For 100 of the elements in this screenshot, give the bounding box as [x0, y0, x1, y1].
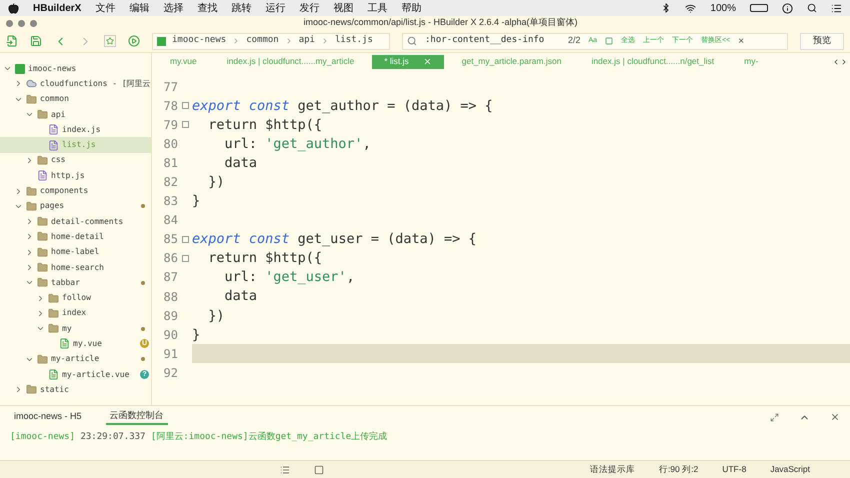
breadcrumb-item[interactable]: list.js: [334, 34, 373, 48]
breadcrumb-item[interactable]: api: [298, 34, 315, 48]
tree-label: css: [51, 154, 66, 166]
tree-item[interactable]: index.js: [0, 122, 151, 138]
scroll-tabs-left-icon[interactable]: [832, 58, 840, 66]
menu-item[interactable]: 运行: [265, 0, 286, 16]
menu-item[interactable]: 文件: [95, 0, 116, 16]
tree-label: imooc-news: [28, 62, 76, 75]
line-number: 81: [162, 154, 178, 172]
close-panel-icon[interactable]: [830, 412, 840, 422]
line-number: 92: [162, 364, 178, 382]
apple-icon[interactable]: [8, 2, 19, 14]
menu-item[interactable]: 选择: [163, 0, 184, 16]
menu-item[interactable]: 视图: [333, 0, 354, 16]
line-number: 88: [162, 288, 178, 306]
console-tab[interactable]: imooc-news - H5: [10, 409, 86, 425]
tree-label: home-search: [51, 262, 104, 274]
wifi-icon[interactable]: [685, 2, 696, 14]
tree-item[interactable]: http.js: [0, 168, 151, 184]
run-icon[interactable]: [128, 35, 140, 47]
tree-item[interactable]: common: [0, 92, 151, 107]
line-number: 82: [162, 174, 178, 192]
battery-percent: 100%: [710, 2, 736, 16]
info-icon[interactable]: [782, 2, 793, 14]
tree-item[interactable]: home-label: [0, 244, 151, 260]
encoding[interactable]: UTF-8: [722, 463, 746, 476]
bluetooth-icon[interactable]: [661, 3, 672, 13]
file-icon: [48, 124, 59, 136]
tree-item[interactable]: css: [0, 152, 151, 168]
project-icon: [15, 64, 25, 74]
maximize-icon[interactable]: [770, 412, 779, 422]
line-number: 86: [162, 250, 178, 268]
folder-icon: [37, 216, 48, 228]
tree-item[interactable]: home-detail: [0, 229, 151, 245]
battery-icon[interactable]: [750, 4, 768, 12]
folder-icon: [37, 231, 48, 242]
tree-item[interactable]: tabbar: [0, 275, 151, 290]
close-window-icon[interactable]: [6, 20, 13, 26]
menu-item[interactable]: 查找: [197, 0, 218, 16]
save-icon[interactable]: [30, 35, 42, 47]
breadcrumb-item[interactable]: imooc-news: [172, 34, 226, 48]
star-icon[interactable]: [104, 35, 116, 47]
fold-icon[interactable]: [182, 254, 188, 262]
code-line: return $http({: [207, 249, 324, 268]
tree-item[interactable]: follow: [0, 290, 151, 306]
code-line: url: 'get_author',: [224, 134, 372, 154]
tree-item[interactable]: pages: [0, 198, 151, 214]
line-number: 89: [162, 308, 178, 325]
scroll-tabs-right-icon[interactable]: [840, 58, 848, 66]
tree-item[interactable]: static: [0, 382, 151, 398]
list-icon[interactable]: [280, 464, 290, 474]
tree-label: components: [40, 185, 88, 198]
close-tab-icon[interactable]: [422, 57, 432, 66]
file-icon: [48, 140, 59, 151]
tree-label: follow: [62, 292, 91, 304]
fold-icon[interactable]: [182, 121, 188, 128]
preview-button[interactable]: 预览: [800, 32, 844, 50]
menu-item[interactable]: 编辑: [129, 0, 150, 16]
tree-item[interactable]: home-search: [0, 260, 151, 276]
minimize-window-icon[interactable]: [18, 20, 25, 26]
code-line: data: [224, 287, 258, 306]
menu-item[interactable]: 帮助: [401, 0, 422, 16]
line-number: 83: [162, 193, 178, 210]
menu-item[interactable]: 发行: [299, 0, 320, 16]
window-title: imooc-news/common/api/list.js - HBuilder X 2.6.4 -alpha(单项目窗体): [302, 16, 579, 30]
line-number: 90: [162, 326, 178, 344]
menu-icon[interactable]: [831, 2, 842, 14]
fold-icon[interactable]: [182, 102, 188, 110]
tree-label: static: [40, 384, 69, 396]
search-icon[interactable]: [807, 3, 817, 13]
code-line: }: [192, 326, 202, 344]
menu-item[interactable]: 跳转: [231, 0, 252, 16]
close-find-button[interactable]: ×: [738, 34, 744, 48]
tree-item[interactable]: api: [0, 106, 151, 122]
breadcrumb-item[interactable]: common: [246, 34, 279, 48]
syntax-hint[interactable]: 语法提示库: [590, 463, 635, 476]
language-mode[interactable]: JavaScript: [770, 463, 810, 476]
tree-item[interactable]: imooc-news: [0, 61, 151, 76]
console-tab[interactable]: 云函数控制台: [106, 409, 168, 425]
tree-item[interactable]: index: [0, 306, 151, 322]
zoom-window-icon[interactable]: [30, 20, 37, 26]
tree-item[interactable]: detail-comments: [0, 214, 151, 230]
tree-item[interactable]: components: [0, 183, 151, 199]
code-line: export const get_author = (data) => {: [192, 96, 494, 116]
new-file-icon[interactable]: [6, 35, 18, 47]
folder-icon: [48, 308, 59, 319]
folder-icon: [48, 323, 59, 334]
app-name[interactable]: HBuilderX: [33, 0, 82, 16]
line-number: 77: [162, 78, 178, 96]
line-number: 84: [162, 212, 178, 230]
tree-item[interactable]: my-article: [0, 352, 151, 367]
tree-label: my-article.vue: [62, 368, 130, 381]
tree-label: pages: [40, 200, 64, 212]
fold-icon[interactable]: [182, 236, 188, 243]
tree-label: index: [62, 307, 86, 320]
console-log: [imooc-news] 23:29:07.337 [阿里云:imooc-news]云函数get_my_article上传完成: [10, 431, 388, 444]
menu-item[interactable]: 工具: [367, 0, 388, 16]
tree-item[interactable]: cloudfunctions - [阿里云: [0, 76, 151, 92]
code-line: }): [207, 306, 226, 326]
tree-item[interactable]: my: [0, 321, 151, 336]
